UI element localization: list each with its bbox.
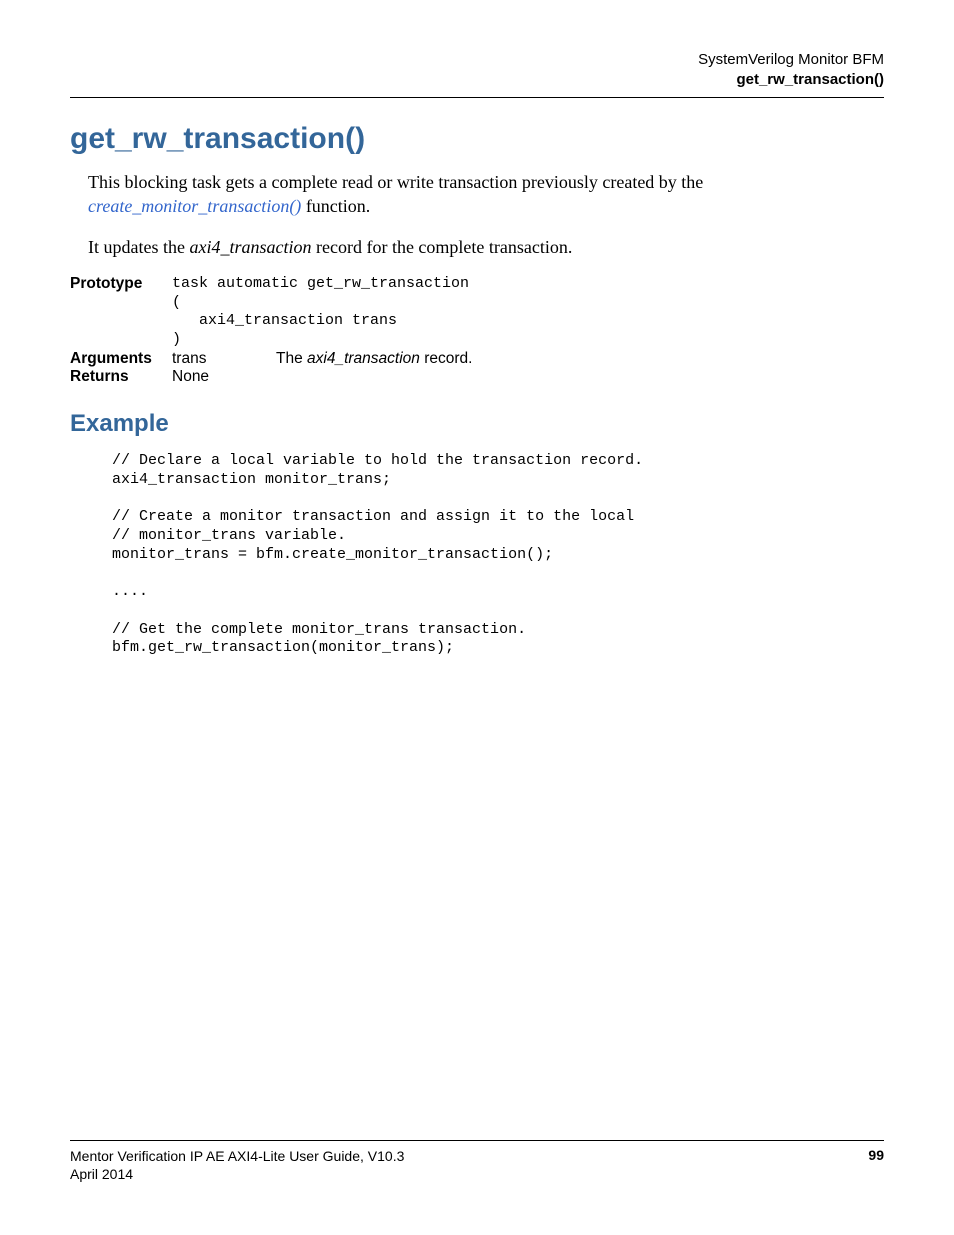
returns-row: Returns None [70,368,884,386]
create-monitor-transaction-link[interactable]: create_monitor_transaction() [88,196,301,216]
returns-label: Returns [70,368,172,386]
prototype-label: Prototype [70,275,172,293]
footer-date: April 2014 [70,1165,404,1183]
footer-guide: Mentor Verification IP AE AXI4-Lite User… [70,1147,404,1165]
example-heading: Example [70,410,884,438]
intro-paragraph: This blocking task gets a complete read … [88,170,884,219]
page-footer: Mentor Verification IP AE AXI4-Lite User… [70,1140,884,1183]
arguments-desc-post: record. [420,350,473,367]
arguments-desc: The axi4_transaction record. [276,350,884,368]
prototype-row: Prototype task automatic get_rw_transact… [70,275,884,350]
arguments-label: Arguments [70,350,172,368]
arguments-row: Arguments trans The axi4_transaction rec… [70,350,884,368]
arguments-name: trans [172,350,276,368]
para2-pre: It updates the [88,237,189,257]
returns-value: None [172,368,276,386]
para2-italic: axi4_transaction [189,237,311,257]
arguments-desc-pre: The [276,350,307,367]
prototype-code: task automatic get_rw_transaction ( axi4… [172,275,469,350]
footer-left: Mentor Verification IP AE AXI4-Lite User… [70,1147,404,1183]
header-chapter: SystemVerilog Monitor BFM [70,50,884,70]
intro-text-2: function. [301,196,370,216]
header-section: get_rw_transaction() [70,70,884,90]
example-code: // Declare a local variable to hold the … [112,452,884,658]
para2-post: record for the complete transaction. [311,237,572,257]
intro-text-1: This blocking task gets a complete read … [88,172,703,192]
footer-page-number: 99 [868,1147,884,1163]
page-header: SystemVerilog Monitor BFM get_rw_transac… [70,50,884,98]
definition-table: Prototype task automatic get_rw_transact… [70,275,884,386]
page-title: get_rw_transaction() [70,122,884,156]
arguments-desc-italic: axi4_transaction [307,350,420,367]
update-paragraph: It updates the axi4_transaction record f… [88,235,884,259]
